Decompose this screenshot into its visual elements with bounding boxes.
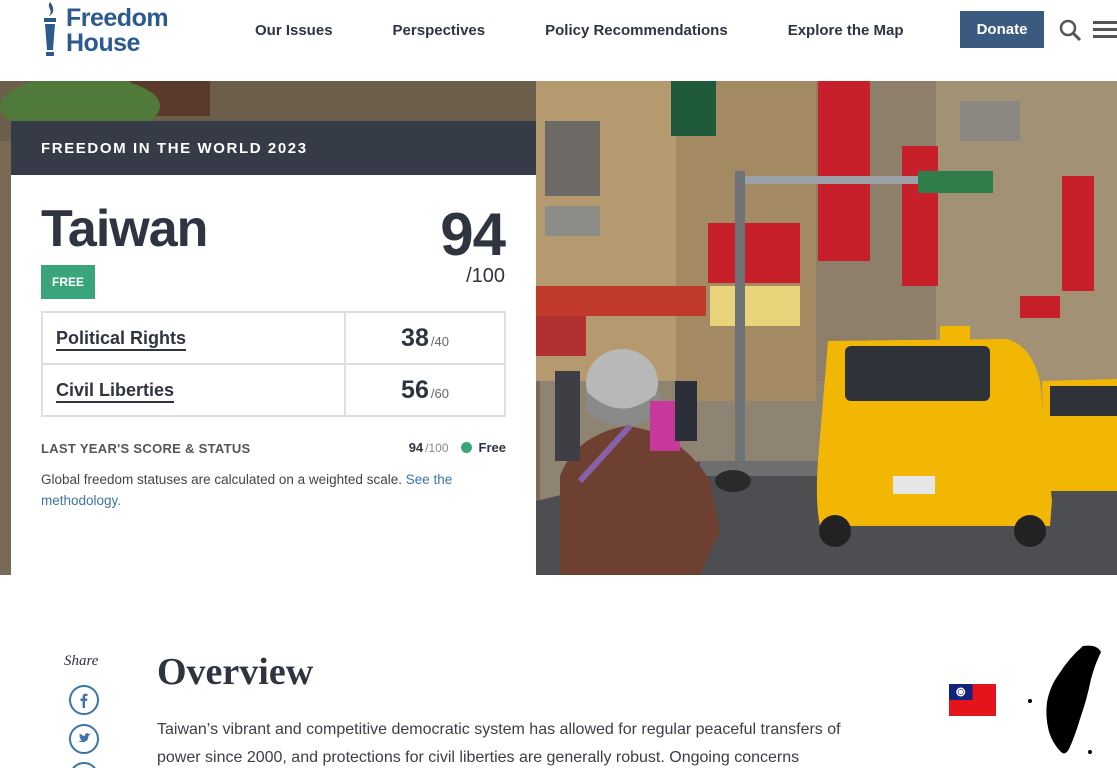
- nav-perspectives[interactable]: Perspectives: [393, 22, 486, 39]
- overview-paragraph: Taiwan’s vibrant and competitive democra…: [157, 721, 841, 766]
- logo-line-1: Freedom: [66, 4, 169, 32]
- freedom-house-logo[interactable]: Freedom House: [40, 0, 169, 60]
- email-share-button[interactable]: [69, 762, 99, 768]
- donate-button[interactable]: Donate: [960, 11, 1044, 48]
- logo-line-2: House: [66, 29, 140, 57]
- total-score-value: 94: [440, 201, 506, 268]
- taiwan-map-icon: [1028, 645, 1101, 754]
- torch-icon: [44, 2, 56, 56]
- main-nav: Our Issues Perspectives Policy Recommend…: [255, 22, 904, 39]
- last-year-label: LAST YEAR'S SCORE & STATUS: [41, 441, 251, 456]
- nav-our-issues[interactable]: Our Issues: [255, 22, 333, 39]
- site-header: Freedom House Our Issues Perspectives Po…: [0, 0, 1117, 81]
- civil-liberties-link[interactable]: Civil Liberties: [56, 379, 175, 403]
- share-label: Share: [64, 653, 99, 669]
- hamburger-menu-icon[interactable]: [1093, 21, 1117, 39]
- political-rights-score: 38: [401, 323, 429, 352]
- twitter-share-button[interactable]: [69, 724, 99, 754]
- political-rights-link[interactable]: Political Rights: [56, 327, 187, 351]
- methodology-note: Global freedom statuses are calculated o…: [41, 469, 481, 511]
- facebook-share-button[interactable]: [69, 685, 99, 715]
- score-table: Political Rights 38/40 Civil Liberties 5…: [41, 311, 506, 417]
- status-badge: FREE: [41, 265, 95, 299]
- score-card: FREEDOM IN THE WORLD 2023 Taiwan FREE 94…: [11, 121, 536, 575]
- free-dot-icon: [460, 442, 472, 453]
- overview-heading: Overview: [157, 651, 314, 693]
- note-text: Global freedom statuses are calculated o…: [41, 472, 406, 487]
- nav-policy-recommendations[interactable]: Policy Recommendations: [545, 22, 728, 39]
- total-score: 94 /100: [440, 201, 506, 288]
- last-year-max: /100: [425, 440, 449, 455]
- facebook-icon: [80, 693, 88, 708]
- political-rights-max: /40: [430, 333, 449, 349]
- table-row: Civil Liberties 56/60: [41, 363, 506, 417]
- taiwan-flag-icon: [949, 684, 996, 716]
- table-row: Political Rights 38/40: [41, 311, 506, 365]
- report-band: FREEDOM IN THE WORLD 2023: [11, 121, 536, 175]
- total-score-max: /100: [466, 265, 505, 287]
- civil-liberties-max: /60: [430, 385, 449, 401]
- search-icon[interactable]: [1058, 18, 1082, 42]
- twitter-icon: [78, 733, 91, 743]
- last-year-status: LAST YEAR'S SCORE & STATUS 94 /100 Free: [41, 440, 506, 456]
- last-year-score: 94: [408, 440, 424, 455]
- nav-explore-the-map[interactable]: Explore the Map: [788, 22, 904, 39]
- civil-liberties-score: 56: [401, 375, 429, 404]
- country-name: Taiwan: [41, 200, 208, 258]
- last-year-status-text: Free: [478, 440, 506, 455]
